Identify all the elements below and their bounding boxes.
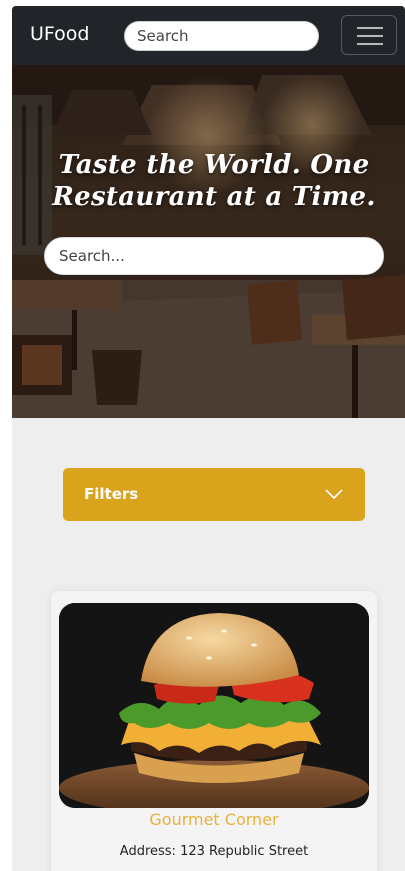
chevron-down-icon	[325, 489, 343, 499]
filters-label: Filters	[84, 485, 139, 503]
hero-title: Taste the World. One Restaurant at a Tim…	[52, 150, 376, 212]
restaurant-address: Address: 123 Republic Street	[119, 844, 309, 859]
page: UFood Search Taste the World. One Restau…	[12, 6, 405, 871]
restaurant-card[interactable]: Gourmet Corner Address: 123 Republic Str…	[51, 591, 377, 871]
navbar-toggler-button[interactable]	[341, 15, 397, 55]
navbar-search-input[interactable]	[124, 21, 319, 51]
brand-logo[interactable]: UFood	[30, 23, 89, 45]
restaurant-name[interactable]: Gourmet Corner	[51, 810, 377, 829]
restaurant-image[interactable]	[59, 603, 369, 808]
burger-image	[59, 603, 369, 808]
navbar: UFood	[12, 6, 405, 65]
filters-accordion-button[interactable]: Filters	[63, 468, 365, 521]
hero-search-input[interactable]	[44, 237, 384, 275]
hamburger-menu-icon	[357, 27, 383, 45]
hero-banner: Taste the World. One Restaurant at a Tim…	[12, 65, 405, 418]
